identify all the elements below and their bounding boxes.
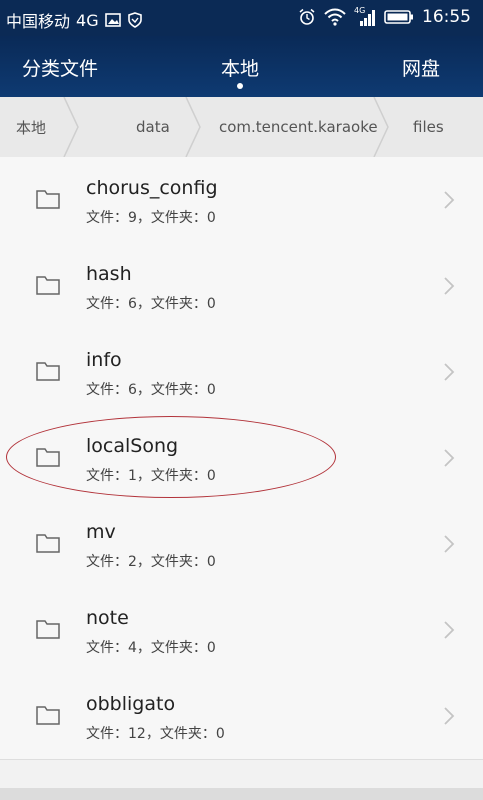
folder-name: localSong [86, 435, 179, 457]
folder-meta: 文件：1，文件夹：0 [86, 468, 216, 484]
folder-name: note [86, 607, 129, 629]
status-bar: 中国移动 4G 4G 16:55 [0, 0, 483, 36]
list-item[interactable]: localSong 文件：1，文件夹：0 [0, 415, 483, 502]
image-icon [104, 13, 121, 27]
folder-meta: 文件：6，文件夹：0 [86, 296, 216, 312]
folder-meta: 文件：9，文件夹：0 [86, 210, 216, 226]
chevron-right-icon [444, 621, 455, 639]
list-item[interactable]: hash 文件：6，文件夹：0 [0, 243, 483, 330]
tab-categories[interactable]: 分类文件 [22, 54, 98, 81]
breadcrumb-item-files[interactable]: files [413, 97, 444, 157]
clock-time: 16:55 [422, 7, 471, 27]
folder-name: mv [86, 521, 116, 543]
folder-icon [36, 534, 60, 553]
folder-icon [36, 190, 60, 209]
wifi-icon [324, 8, 346, 26]
breadcrumb-item-local[interactable]: 本地 [16, 97, 46, 157]
chevron-right-icon [444, 277, 455, 295]
chevron-right-icon [444, 535, 455, 553]
network-label: 4G [76, 10, 99, 30]
folder-name: chorus_config [86, 177, 218, 199]
carrier-label: 中国移动 [6, 12, 71, 31]
breadcrumb-item-data[interactable]: data [136, 97, 170, 157]
folder-meta: 文件：4，文件夹：0 [86, 640, 216, 656]
status-left: 中国移动 4G [6, 8, 143, 32]
folder-name: info [86, 349, 122, 371]
alarm-icon [299, 8, 315, 25]
folder-name: hash [86, 263, 132, 285]
tab-cloud[interactable]: 网盘 [402, 54, 440, 81]
breadcrumb-separator [63, 97, 79, 157]
folder-icon [36, 276, 60, 295]
shield-icon [127, 12, 142, 28]
breadcrumb-separator [185, 97, 201, 157]
chevron-right-icon [444, 363, 455, 381]
chevron-right-icon [444, 449, 455, 467]
breadcrumb: 本地 data com.tencent.karaoke files [0, 97, 483, 158]
tab-bar: 分类文件 本地 网盘 [0, 36, 483, 97]
folder-icon [36, 620, 60, 639]
status-right: 4G 16:55 [298, 6, 471, 27]
bottom-toolbar [0, 788, 483, 800]
list-item[interactable]: info 文件：6，文件夹：0 [0, 329, 483, 416]
signal-icon [360, 10, 375, 26]
breadcrumb-item-package[interactable]: com.tencent.karaoke [219, 97, 378, 157]
battery-icon [384, 10, 413, 24]
folder-meta: 文件：2，文件夹：0 [86, 554, 216, 570]
tab-local[interactable]: 本地 [221, 54, 259, 81]
list-item[interactable]: mv 文件：2，文件夹：0 [0, 501, 483, 588]
folder-name: obbligato [86, 693, 176, 715]
active-tab-indicator [237, 83, 243, 89]
folder-icon [36, 448, 60, 467]
signal-indicator: 4G [354, 6, 376, 26]
list-item[interactable]: note 文件：4，文件夹：0 [0, 587, 483, 674]
folder-meta: 文件：12，文件夹：0 [86, 726, 225, 742]
folder-icon [36, 362, 60, 381]
folder-meta: 文件：6，文件夹：0 [86, 382, 216, 398]
folder-icon [36, 706, 60, 725]
chevron-right-icon [444, 191, 455, 209]
list-item[interactable]: chorus_config 文件：9，文件夹：0 [0, 157, 483, 244]
list-item[interactable]: obbligato 文件：12，文件夹：0 [0, 673, 483, 760]
breadcrumb-separator [373, 97, 389, 157]
chevron-right-icon [444, 707, 455, 725]
